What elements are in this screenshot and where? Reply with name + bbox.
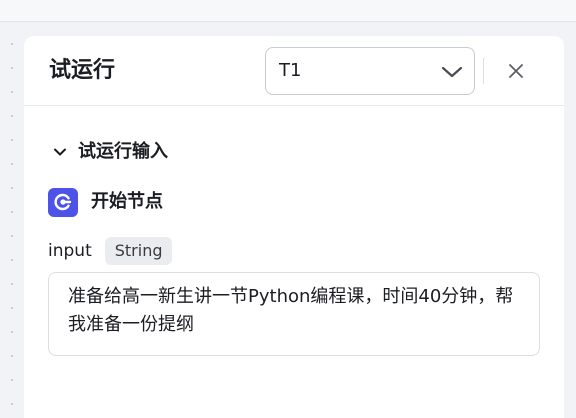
test-run-panel: 试运行 T1 试运行输入 开始节点 input String 准备给高一新生讲一… (24, 36, 564, 418)
field-type-badge: String (104, 237, 173, 265)
section-label: 试运行输入 (78, 141, 168, 162)
top-toolbar (0, 0, 576, 22)
start-node-icon (48, 187, 78, 217)
node-label: 开始节点 (91, 191, 163, 212)
chevron-down-icon (54, 148, 66, 156)
workflow-canvas[interactable] (0, 22, 24, 418)
chevron-down-icon (441, 66, 463, 78)
panel-header: 试运行 T1 (24, 36, 564, 106)
field-name: input (48, 241, 92, 261)
close-icon[interactable] (505, 60, 527, 82)
input-field-header: input String (48, 236, 173, 266)
header-divider (483, 58, 484, 84)
test-run-input-section-toggle[interactable]: 试运行输入 (52, 138, 168, 166)
panel-title: 试运行 (49, 58, 116, 83)
input-textarea[interactable]: 准备给高一新生讲一节Python编程课，时间40分钟，帮我准备一份提纲 (48, 272, 540, 356)
test-case-select[interactable]: T1 (265, 47, 475, 95)
test-case-select-value: T1 (279, 60, 302, 81)
start-node-header: 开始节点 (48, 187, 163, 217)
